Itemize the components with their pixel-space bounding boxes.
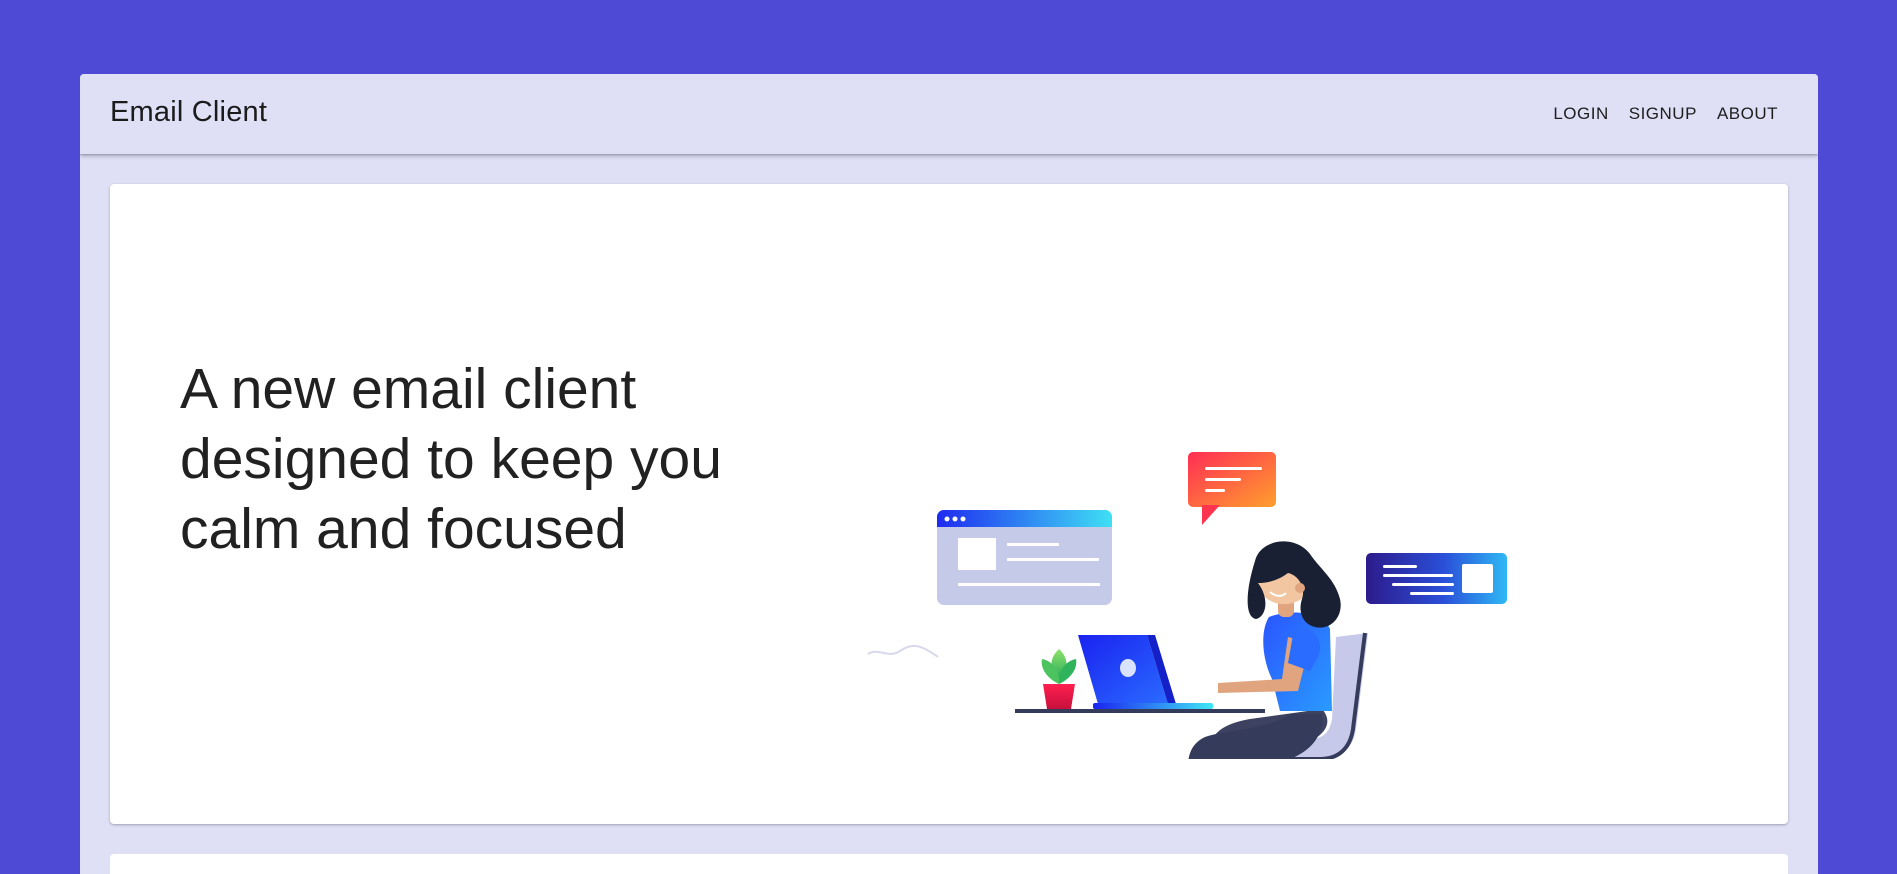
headline-line-1: A new email client xyxy=(180,357,637,421)
signup-link[interactable]: SIGNUP xyxy=(1619,96,1707,132)
headline-line-2: designed to keep you xyxy=(180,427,722,491)
about-link[interactable]: ABOUT xyxy=(1707,96,1788,132)
headline-line-3: calm and focused xyxy=(180,497,627,561)
woman-at-laptop-illustration xyxy=(867,452,1507,759)
brand-title[interactable]: Email Client xyxy=(110,96,267,129)
browser-window-icon xyxy=(937,510,1112,605)
hero-card: A new email client designed to keep you … xyxy=(110,184,1788,824)
desk-icon xyxy=(1015,709,1265,713)
navbar: Email Client LOGIN SIGNUP ABOUT xyxy=(80,74,1818,154)
hero-headline: A new email client designed to keep you … xyxy=(180,354,780,564)
chat-bubble-icon xyxy=(1188,452,1276,525)
message-card-icon xyxy=(1366,553,1507,604)
nav-links: LOGIN SIGNUP ABOUT xyxy=(1543,74,1788,154)
plant-icon xyxy=(1041,649,1077,709)
login-link[interactable]: LOGIN xyxy=(1543,96,1618,132)
app-frame: Email Client LOGIN SIGNUP ABOUT A new em… xyxy=(80,74,1818,874)
second-card xyxy=(110,854,1788,874)
laptop-icon xyxy=(1078,635,1213,709)
